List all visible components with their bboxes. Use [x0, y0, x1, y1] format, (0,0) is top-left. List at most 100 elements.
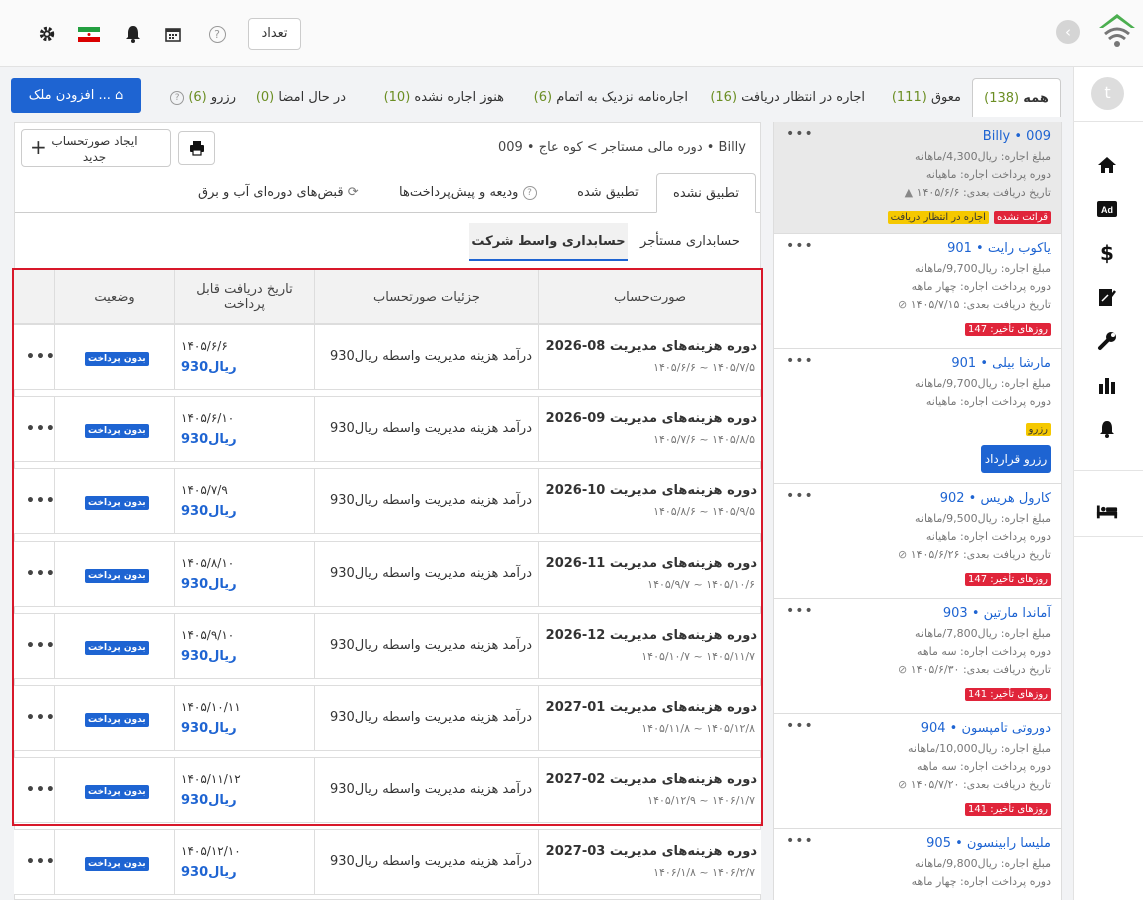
table-row[interactable]: 2027-03 دوره هزینه‌های مدیریت ۱۴۰۶/۱/۸ ~ … — [14, 829, 761, 895]
tab-awaiting-rent[interactable]: (16) اجاره در انتظار دریافت — [704, 78, 865, 117]
tab-label: در حال امضا — [278, 90, 346, 105]
chart-icon[interactable] — [1096, 374, 1118, 396]
card-badges: رزرو — [774, 417, 1051, 436]
tab-overdue[interactable]: (111) معوق — [885, 78, 961, 117]
collapse-sidebar-button[interactable]: ‹ — [1056, 20, 1080, 44]
tab-signing[interactable]: (0) در حال امضا — [250, 78, 346, 117]
more-options-icon[interactable]: ••• — [786, 238, 814, 254]
more-options-icon[interactable]: ••• — [786, 353, 814, 369]
avatar[interactable]: t — [1091, 77, 1124, 110]
invoice-title[interactable]: 2026-09 دوره هزینه‌های مدیریت — [546, 411, 757, 426]
help-icon[interactable]: ? — [522, 185, 537, 200]
count-button[interactable]: تعداد — [248, 18, 301, 50]
late-days-badge: روزهای تأخیر: 147 — [964, 573, 1051, 586]
table-row[interactable]: 2026-08 دوره هزینه‌های مدیریت ۱۴۰۵/۶/۶ ~ … — [14, 324, 761, 390]
more-options-icon[interactable]: ••• — [786, 126, 814, 142]
tab-utility-bills[interactable]: قبض‌های دوره‌ای آب و برق ⟳ — [198, 173, 388, 213]
wrench-icon[interactable] — [1096, 330, 1118, 352]
property-card[interactable]: ••• 903 • آماندا مارتین مبلغ اجاره: ریال… — [774, 599, 1061, 714]
invoice-title[interactable]: 2027-02 دوره هزینه‌های مدیریت — [546, 772, 757, 787]
invoice-range: ۱۴۰۵/۹/۷ ~ ۱۴۰۵/۱۰/۶ — [647, 578, 755, 591]
calendar-icon[interactable] — [163, 24, 183, 44]
bed-icon[interactable] — [1096, 500, 1118, 522]
home-icon[interactable] — [1096, 154, 1118, 176]
more-options-icon[interactable]: ••• — [786, 603, 814, 619]
row-more-icon[interactable]: ••• — [26, 854, 56, 870]
row-more-icon[interactable]: ••• — [26, 566, 56, 582]
tab-unmatched[interactable]: تطبیق نشده — [656, 173, 756, 213]
card-title[interactable]: 901 • مارشا بیلی — [774, 356, 1051, 375]
card-title[interactable]: 902 • کارول هریس — [774, 491, 1051, 510]
dollar-icon[interactable]: $ — [1096, 241, 1118, 265]
invoice-title[interactable]: 2027-01 دوره هزینه‌های مدیریت — [546, 700, 757, 715]
property-card[interactable]: ••• 901 • مارشا بیلی مبلغ اجاره: ریال9,7… — [774, 349, 1061, 484]
ad-icon[interactable]: Ad — [1096, 198, 1118, 220]
breadcrumb[interactable]: دوره مالی مستاجر > کوه عاج • 009 • Billy — [498, 140, 746, 155]
tab-deposits[interactable]: ودیعه و پیش‌پرداخت‌ها ? — [399, 173, 559, 213]
tab-matched[interactable]: تطبیق شده — [573, 173, 643, 213]
invoice-cell: 2027-01 دوره هزینه‌های مدیریت ۱۴۰۵/۱۱/۸ ~… — [538, 686, 761, 750]
invoice-title[interactable]: 2026-12 دوره هزینه‌های مدیریت — [546, 628, 757, 643]
tab-not-rented[interactable]: (10) هنوز اجاره نشده — [370, 78, 504, 117]
add-property-button[interactable]: افزودن ملک ... ⌂ — [11, 78, 141, 113]
status-cell: بدون پرداخت — [54, 758, 174, 822]
tab-reserved[interactable]: ? (6) رزرو — [162, 78, 236, 117]
property-card[interactable]: ••• 902 • کارول هریس مبلغ اجاره: ریال9,5… — [774, 484, 1061, 599]
card-badges: روزهای تأخیر: 141 — [774, 797, 1051, 816]
bell-icon[interactable] — [123, 24, 143, 44]
late-days-badge: روزهای تأخیر: 141 — [964, 803, 1051, 816]
property-card[interactable]: ••• 901 • یاکوب رایت مبلغ اجاره: ریال9,7… — [774, 234, 1061, 349]
row-more-icon[interactable]: ••• — [26, 349, 56, 365]
table-row[interactable]: 2026-12 دوره هزینه‌های مدیریت ۱۴۰۵/۱۰/۷ ~… — [14, 613, 761, 679]
card-title[interactable]: 901 • یاکوب رایت — [774, 241, 1051, 260]
property-card[interactable]: ••• 905 • ملیسا رابینسون مبلغ اجاره: ریا… — [774, 829, 1061, 900]
row-more-icon[interactable]: ••• — [26, 638, 56, 654]
property-card[interactable]: ••• 904 • دوروتی تامپسون مبلغ اجاره: ریا… — [774, 714, 1061, 829]
card-title[interactable]: Billy • 009 — [774, 129, 1051, 148]
help-icon[interactable]: ? — [207, 24, 227, 44]
details-cell: درآمد هزینه مدیریت واسطه ریال930 — [314, 758, 538, 822]
invoice-title[interactable]: 2026-08 دوره هزینه‌های مدیریت — [546, 339, 757, 354]
iran-flag-icon[interactable] — [78, 24, 100, 44]
invoice-title[interactable]: 2026-11 دوره هزینه‌های مدیریت — [546, 556, 757, 571]
row-more-icon[interactable]: ••• — [26, 421, 56, 437]
card-badges: روزهای تأخیر: 141 — [774, 682, 1051, 701]
invoice-cell: 2027-03 دوره هزینه‌های مدیریت ۱۴۰۶/۱/۸ ~ … — [538, 830, 761, 894]
more-options-icon[interactable]: ••• — [786, 488, 814, 504]
settings-icon[interactable] — [37, 24, 57, 44]
help-icon[interactable]: ? — [170, 90, 185, 105]
card-title[interactable]: 904 • دوروتی تامپسون — [774, 721, 1051, 740]
row-more-icon[interactable]: ••• — [26, 493, 56, 509]
more-options-icon[interactable]: ••• — [786, 718, 814, 734]
row-more-icon[interactable]: ••• — [26, 782, 56, 798]
table-row[interactable]: 2027-01 دوره هزینه‌های مدیریت ۱۴۰۵/۱۱/۸ ~… — [14, 685, 761, 751]
app-logo-icon[interactable] — [1097, 12, 1137, 52]
card-title[interactable]: 905 • ملیسا رابینسون — [774, 836, 1051, 855]
invoice-cell: 2026-09 دوره هزینه‌های مدیریت ۱۴۰۵/۷/۶ ~ … — [538, 397, 761, 461]
tab-tenant-accounting[interactable]: حسابداری مستأجر — [630, 223, 750, 261]
tab-count: (0) — [255, 90, 275, 105]
tab-lease-ending[interactable]: (6) اجاره‌نامه نزدیک به اتمام — [518, 78, 688, 117]
contract-icon[interactable] — [1096, 286, 1118, 308]
table-row[interactable]: 2027-02 دوره هزینه‌های مدیریت ۱۴۰۵/۱۲/۹ ~… — [14, 757, 761, 823]
table-row[interactable]: 2026-10 دوره هزینه‌های مدیریت ۱۴۰۵/۸/۶ ~ … — [14, 468, 761, 534]
tab-company-accounting[interactable]: حسابداری واسط شرکت — [469, 223, 628, 261]
more-options-icon[interactable]: ••• — [786, 833, 814, 849]
reserve-contract-button[interactable]: رزرو قرارداد — [981, 445, 1051, 473]
late-days-badge: روزهای تأخیر: 147 — [964, 323, 1051, 336]
property-list: ••• Billy • 009 مبلغ اجاره: ریال4,300/ما… — [773, 122, 1062, 900]
invoice-detail: درآمد هزینه مدیریت واسطه ریال930 — [329, 638, 532, 653]
property-card[interactable]: ••• Billy • 009 مبلغ اجاره: ریال4,300/ما… — [774, 122, 1061, 234]
details-cell: درآمد هزینه مدیریت واسطه ریال930 — [314, 614, 538, 678]
notifications-icon[interactable] — [1096, 418, 1118, 440]
tab-all[interactable]: (138) همه — [972, 78, 1061, 117]
new-invoice-button[interactable]: + ایجاد صورتحساب جدید — [21, 129, 171, 167]
table-row[interactable]: 2026-11 دوره هزینه‌های مدیریت ۱۴۰۵/۹/۷ ~ … — [14, 541, 761, 607]
invoice-title[interactable]: 2026-10 دوره هزینه‌های مدیریت — [546, 483, 757, 498]
print-button[interactable] — [178, 131, 215, 165]
table-row[interactable]: 2026-09 دوره هزینه‌های مدیریت ۱۴۰۵/۷/۶ ~ … — [14, 396, 761, 462]
invoice-title[interactable]: 2027-03 دوره هزینه‌های مدیریت — [546, 844, 757, 859]
bell-off-icon: ⊘ — [897, 663, 908, 676]
row-more-icon[interactable]: ••• — [26, 710, 56, 726]
card-title[interactable]: 903 • آماندا مارتین — [774, 606, 1051, 625]
